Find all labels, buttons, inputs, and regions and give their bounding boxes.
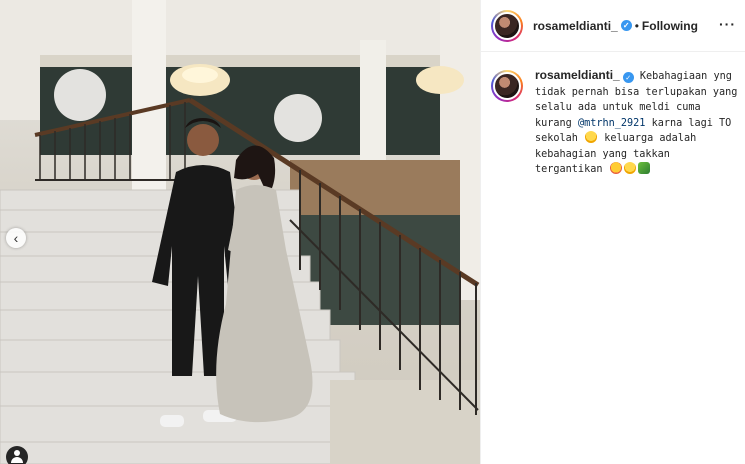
verified-badge-icon: ✓ — [620, 20, 632, 31]
user-tag-icon[interactable] — [6, 446, 28, 464]
caption-text: rosameldianti_ ✓ Kebahagiaan yng tidak pe… — [535, 68, 739, 178]
separator-dot: • — [634, 18, 639, 33]
header-username[interactable]: rosameldianti_ — [533, 19, 618, 33]
photo-scene — [0, 0, 480, 464]
post-sidebar: rosameldianti_ ✓ • Following ··· rosamel… — [480, 0, 745, 464]
post-header: rosameldianti_ ✓ • Following ··· — [481, 0, 745, 52]
caption-avatar[interactable] — [491, 70, 523, 102]
more-options-icon[interactable]: ··· — [719, 16, 736, 32]
snake-emoji-icon — [637, 162, 650, 174]
hearts-emoji-icon — [609, 162, 622, 174]
chevron-left-icon: ‹ — [13, 230, 19, 246]
hugging-emoji-icon — [585, 131, 598, 143]
post-photo[interactable]: ‹ — [0, 0, 480, 464]
caption-username[interactable]: rosameldianti_ — [535, 68, 620, 82]
hugging-emoji-icon — [623, 162, 636, 174]
verified-badge-icon: ✓ — [622, 72, 634, 83]
caption: rosameldianti_ ✓ Kebahagiaan yng tidak pe… — [491, 68, 739, 178]
avatar[interactable] — [491, 9, 523, 42]
following-button[interactable]: Following — [642, 19, 698, 33]
previous-image-button[interactable]: ‹ — [6, 228, 26, 248]
mention-link[interactable]: @mtrhn_2921 — [578, 118, 645, 129]
